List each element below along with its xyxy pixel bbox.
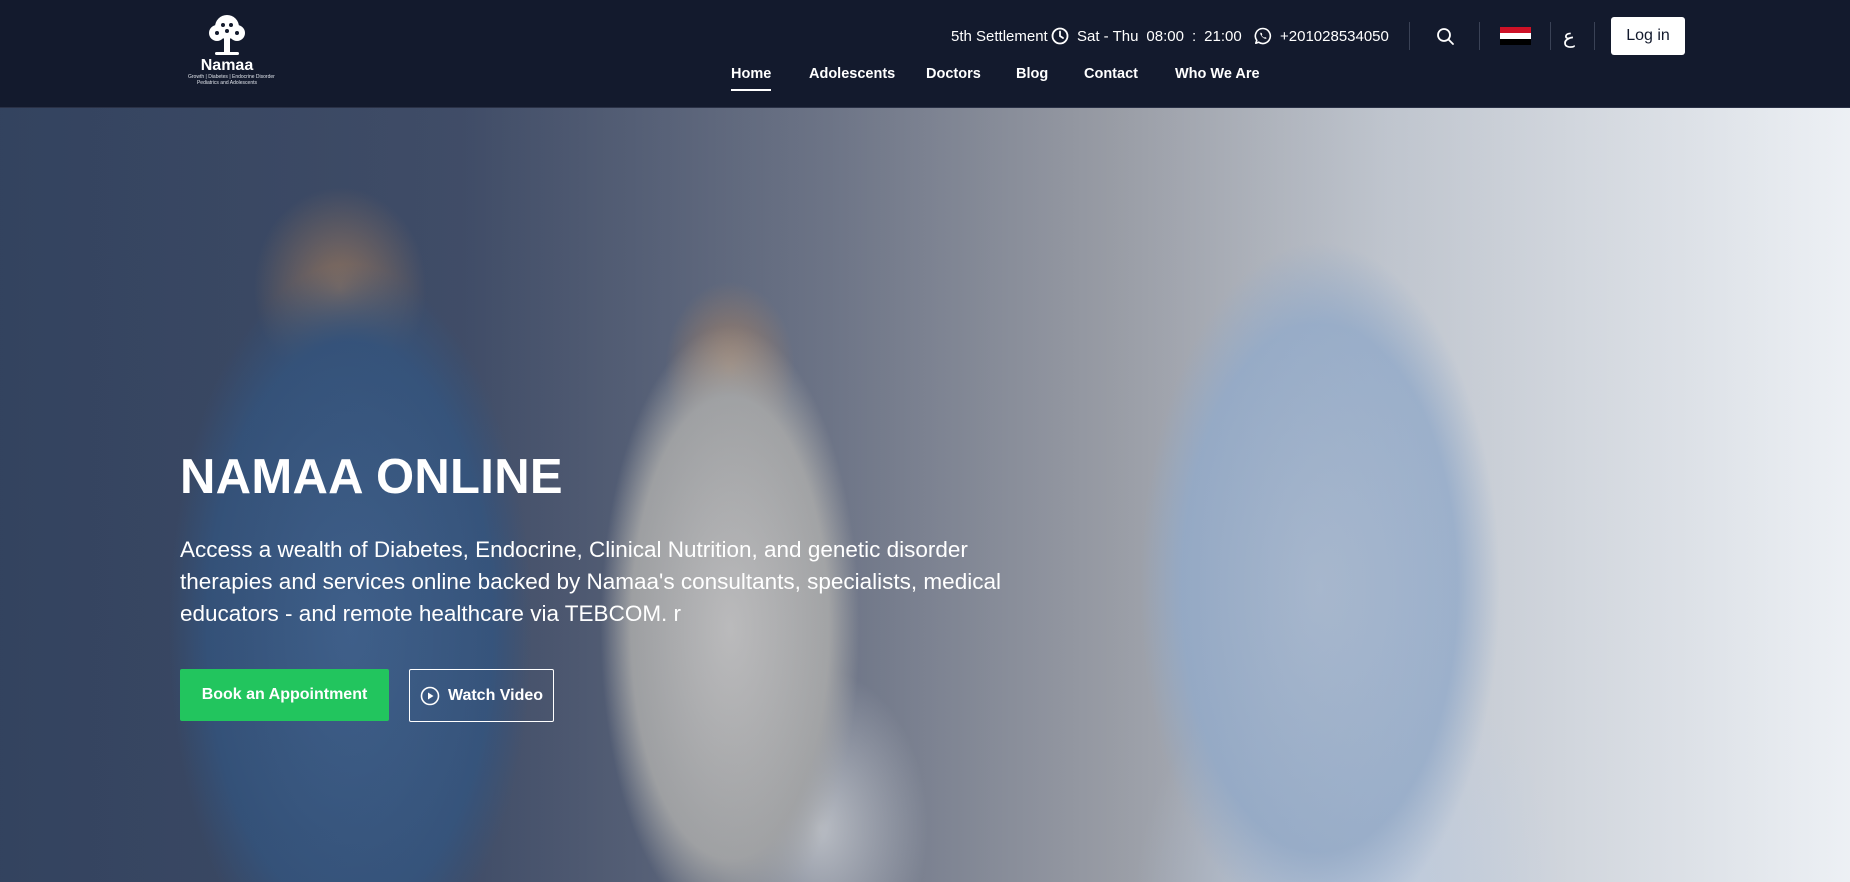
nav-home[interactable]: Home <box>731 64 772 91</box>
search-icon <box>1436 27 1454 45</box>
language-toggle[interactable]: ع <box>1563 22 1575 50</box>
opening-hours: Sat - Thu 08:00 : 21:00 <box>1051 22 1242 50</box>
watch-video-label: Watch Video <box>447 686 544 704</box>
location-text: 5th Settlement <box>951 27 1048 45</box>
hours-days: Sat - Thu <box>1077 27 1139 45</box>
clock-icon <box>1051 27 1069 45</box>
whatsapp-icon <box>1254 27 1272 45</box>
hours-open: 08:00 <box>1146 27 1184 45</box>
nav-blog[interactable]: Blog <box>1016 64 1048 84</box>
contact-topbar: 5th Settlement Sat - Thu 08:00 : 21:00 +… <box>0 22 1850 50</box>
topbar-divider <box>1479 22 1480 50</box>
search-button[interactable] <box>1433 22 1457 50</box>
topbar-divider <box>1409 22 1410 50</box>
nav-doctors[interactable]: Doctors <box>926 64 981 84</box>
topbar-divider <box>1550 22 1551 50</box>
main-nav: Home Adolescents Doctors Blog Contact Wh… <box>0 64 1850 94</box>
nav-who-we-are[interactable]: Who We Are <box>1175 64 1260 84</box>
nav-contact[interactable]: Contact <box>1084 64 1138 84</box>
hours-separator: : <box>1191 27 1197 45</box>
book-appointment-button[interactable]: Book an Appointment <box>180 669 389 721</box>
flag-stripe-black <box>1500 39 1531 45</box>
egypt-flag-icon[interactable] <box>1500 22 1531 50</box>
nav-adolescents[interactable]: Adolescents <box>809 64 895 84</box>
phone-number: +201028534050 <box>1280 27 1389 45</box>
site-header: Namaa Growth | Diabetes | Endocrine Diso… <box>0 0 1850 108</box>
login-button[interactable]: Log in <box>1611 17 1685 55</box>
hours-close: 21:00 <box>1204 27 1242 45</box>
hero-title: NAMAA ONLINE <box>180 450 563 504</box>
play-circle-icon <box>420 686 440 705</box>
whatsapp-phone-link[interactable]: +201028534050 <box>1254 22 1389 50</box>
watch-video-button[interactable]: Watch Video <box>409 669 554 722</box>
topbar-divider <box>1594 22 1595 50</box>
hero-description: Access a wealth of Diabetes, Endocrine, … <box>180 537 1001 626</box>
